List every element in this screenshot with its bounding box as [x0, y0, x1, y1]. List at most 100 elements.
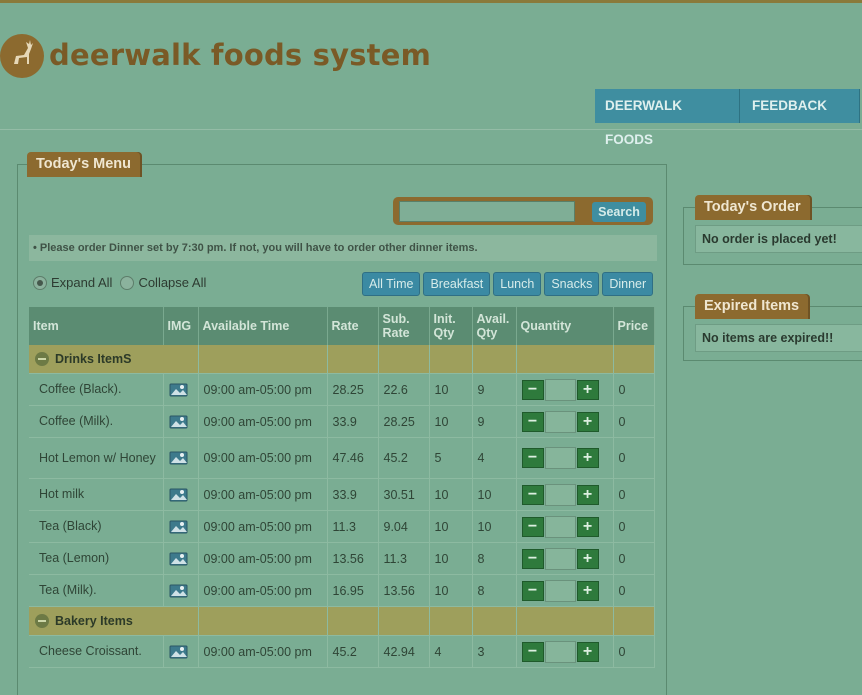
image-icon[interactable] — [169, 551, 189, 567]
category-cell[interactable]: Drinks ItemS — [29, 345, 199, 374]
image-icon[interactable] — [169, 414, 189, 430]
item-init-qty: 5 — [429, 437, 473, 479]
filter-lunch[interactable]: Lunch — [493, 272, 542, 296]
decrease-button[interactable]: − — [521, 580, 544, 601]
increase-button[interactable]: + — [576, 516, 599, 537]
item-time: 09:00 am-05:00 pm — [198, 405, 328, 438]
item-rate: 11.3 — [327, 510, 379, 543]
decrease-button[interactable]: − — [521, 448, 544, 468]
increase-button[interactable]: + — [576, 448, 599, 468]
expired-message: No items are expired!! — [695, 324, 862, 352]
item-time: 09:00 am-05:00 pm — [198, 373, 328, 406]
image-icon[interactable] — [169, 583, 189, 599]
category-name: Bakery Items — [55, 613, 133, 628]
quantity-cell: − + — [516, 405, 614, 438]
nav-feedback[interactable]: FEEDBACK — [740, 89, 860, 123]
item-avail-qty: 9 — [472, 405, 517, 438]
table-row: Cheese Croissant. 09:00 am-05:00 pm 45.2 42… — [29, 635, 655, 668]
decrease-button[interactable]: − — [521, 484, 544, 505]
filter-breakfast[interactable]: Breakfast — [423, 272, 491, 296]
image-icon[interactable] — [169, 450, 189, 466]
category-cell[interactable]: Bakery Items — [29, 606, 199, 636]
collapse-icon[interactable] — [35, 352, 49, 367]
decrease-button[interactable]: − — [521, 641, 544, 662]
decrease-button[interactable]: − — [521, 516, 544, 537]
item-sub-rate: 45.2 — [378, 437, 430, 479]
item-avail-qty: 3 — [472, 635, 517, 668]
expand-all-radio[interactable] — [33, 275, 47, 290]
item-price: 0 — [613, 542, 655, 575]
table-row: Coffee (Black). 09:00 am-05:00 pm 28.25 22.… — [29, 373, 655, 406]
item-avail-qty: 10 — [472, 510, 517, 543]
col-init-qty: Init. Qty — [429, 307, 473, 345]
item-time: 09:00 am-05:00 pm — [198, 437, 328, 479]
top-border — [0, 0, 862, 3]
decrease-button[interactable]: − — [521, 411, 544, 432]
quantity-input[interactable] — [544, 447, 576, 469]
item-rate: 28.25 — [327, 373, 379, 406]
category-row[interactable]: Bakery Items — [29, 606, 655, 636]
item-price: 0 — [613, 635, 655, 668]
increase-button[interactable]: + — [576, 548, 599, 569]
quantity-input[interactable] — [544, 547, 576, 570]
menu-table: Item IMG Available Time Rate Sub. Rate I… — [29, 307, 655, 668]
category-row[interactable]: Drinks ItemS — [29, 345, 655, 374]
item-image-cell — [163, 542, 199, 575]
quantity-cell: − + — [516, 510, 614, 543]
filter-snacks[interactable]: Snacks — [544, 272, 600, 296]
item-image-cell — [163, 510, 199, 543]
filter-all-time[interactable]: All Time — [362, 272, 421, 296]
nav-deerwalk-foods[interactable]: DEERWALK FOODS — [595, 89, 740, 147]
item-sub-rate: 11.3 — [378, 542, 430, 575]
collapse-all-radio[interactable] — [120, 275, 135, 290]
item-time: 09:00 am-05:00 pm — [198, 574, 328, 607]
search-input[interactable] — [399, 201, 575, 222]
quantity-input[interactable] — [544, 410, 576, 433]
image-icon[interactable] — [169, 382, 189, 398]
expired-panel-title: Expired Items — [695, 294, 809, 319]
category-name: Drinks ItemS — [55, 351, 132, 366]
item-price: 0 — [613, 405, 655, 438]
increase-button[interactable]: + — [576, 580, 599, 601]
quantity-input[interactable] — [544, 483, 576, 506]
decrease-button[interactable]: − — [521, 379, 544, 400]
quantity-cell: − + — [516, 373, 614, 406]
table-row: Tea (Black) 09:00 am-05:00 pm 11.3 9.04 10 10… — [29, 510, 655, 543]
quantity-stepper: − + — [521, 579, 608, 602]
increase-button[interactable]: + — [576, 379, 599, 400]
filter-dinner[interactable]: Dinner — [602, 272, 654, 296]
image-icon[interactable] — [169, 487, 189, 503]
item-name: Tea (Black) — [29, 510, 164, 543]
image-icon[interactable] — [169, 644, 189, 660]
increase-button[interactable]: + — [576, 641, 599, 662]
search-button[interactable]: Search — [592, 202, 646, 222]
quantity-stepper: − + — [521, 447, 608, 469]
quantity-stepper: − + — [521, 640, 608, 663]
quantity-input[interactable] — [544, 579, 576, 602]
quantity-input[interactable] — [544, 640, 576, 663]
decrease-button[interactable]: − — [521, 548, 544, 569]
item-price: 0 — [613, 373, 655, 406]
item-name: Hot Lemon w/ Honey — [29, 437, 164, 479]
item-price: 0 — [613, 437, 655, 479]
item-init-qty: 10 — [429, 405, 473, 438]
image-icon[interactable] — [169, 519, 189, 535]
item-name: Cheese Croissant. — [29, 635, 164, 668]
item-image-cell — [163, 478, 199, 511]
col-sub-rate: Sub. Rate — [378, 307, 430, 345]
item-sub-rate: 9.04 — [378, 510, 430, 543]
item-rate: 33.9 — [327, 405, 379, 438]
item-image-cell — [163, 405, 199, 438]
quantity-stepper: − + — [521, 410, 608, 433]
increase-button[interactable]: + — [576, 411, 599, 432]
quantity-input[interactable] — [544, 515, 576, 538]
item-time: 09:00 am-05:00 pm — [198, 510, 328, 543]
order-message: No order is placed yet! — [695, 225, 862, 253]
collapse-icon[interactable] — [35, 614, 49, 629]
item-name: Hot milk — [29, 478, 164, 511]
quantity-input[interactable] — [544, 378, 576, 401]
item-name: Tea (Lemon) — [29, 542, 164, 575]
table-row: Coffee (Milk). 09:00 am-05:00 pm 33.9 28.25… — [29, 405, 655, 438]
expand-all-label: Expand All — [51, 275, 113, 290]
increase-button[interactable]: + — [576, 484, 599, 505]
